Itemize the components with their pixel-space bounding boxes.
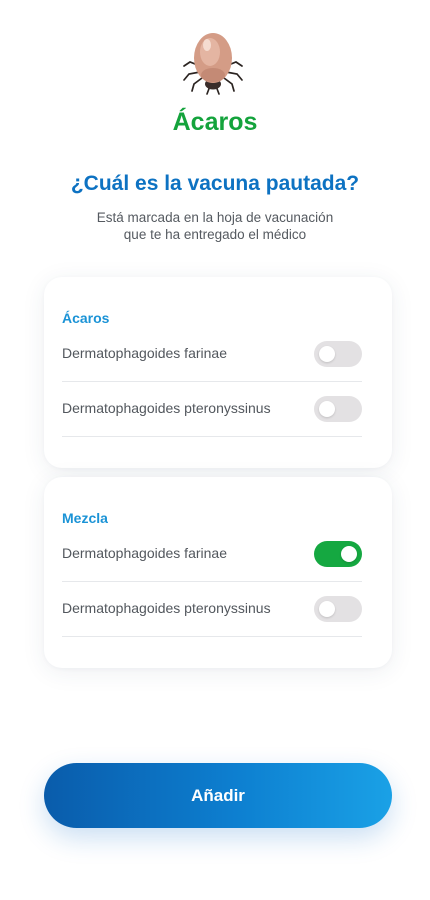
vaccine-label: Dermatophagoides farinae xyxy=(62,545,227,561)
hint-line: que te ha entregado el médico xyxy=(123,227,307,242)
group-title: Ácaros xyxy=(62,310,110,326)
vaccine-row: Dermatophagoides pteronyssinus xyxy=(62,382,362,437)
category-title: Ácaros xyxy=(172,108,258,136)
group-card-acaros: Ácaros Dermatophagoides farinae Dermatop… xyxy=(44,277,392,468)
vaccine-question: ¿Cuál es la vacuna pautada? xyxy=(70,172,360,195)
vaccine-toggle[interactable] xyxy=(314,396,362,422)
vaccine-toggle[interactable] xyxy=(314,596,362,622)
vaccine-label: Dermatophagoides pteronyssinus xyxy=(62,600,271,616)
toggle-knob xyxy=(319,346,335,362)
vaccine-label: Dermatophagoides farinae xyxy=(62,345,227,361)
toggle-knob xyxy=(319,601,335,617)
vaccine-toggle[interactable] xyxy=(314,341,362,367)
toggle-knob xyxy=(341,546,357,562)
tick-mite-icon xyxy=(183,33,243,95)
group-title: Mezcla xyxy=(62,510,108,526)
group-card-mezcla: Mezcla Dermatophagoides farinae Dermatop… xyxy=(44,477,392,668)
vaccine-row: Dermatophagoides farinae xyxy=(62,527,362,582)
add-button[interactable]: Añadir xyxy=(44,763,392,828)
hint-line: Está marcada en la hoja de vacunación xyxy=(96,210,334,225)
vaccine-hint: Está marcada en la hoja de vacunación qu… xyxy=(60,209,370,243)
toggle-knob xyxy=(319,401,335,417)
vaccine-toggle[interactable] xyxy=(314,541,362,567)
vaccine-row: Dermatophagoides pteronyssinus xyxy=(62,582,362,637)
vaccine-row: Dermatophagoides farinae xyxy=(62,327,362,382)
vaccine-label: Dermatophagoides pteronyssinus xyxy=(62,400,271,416)
